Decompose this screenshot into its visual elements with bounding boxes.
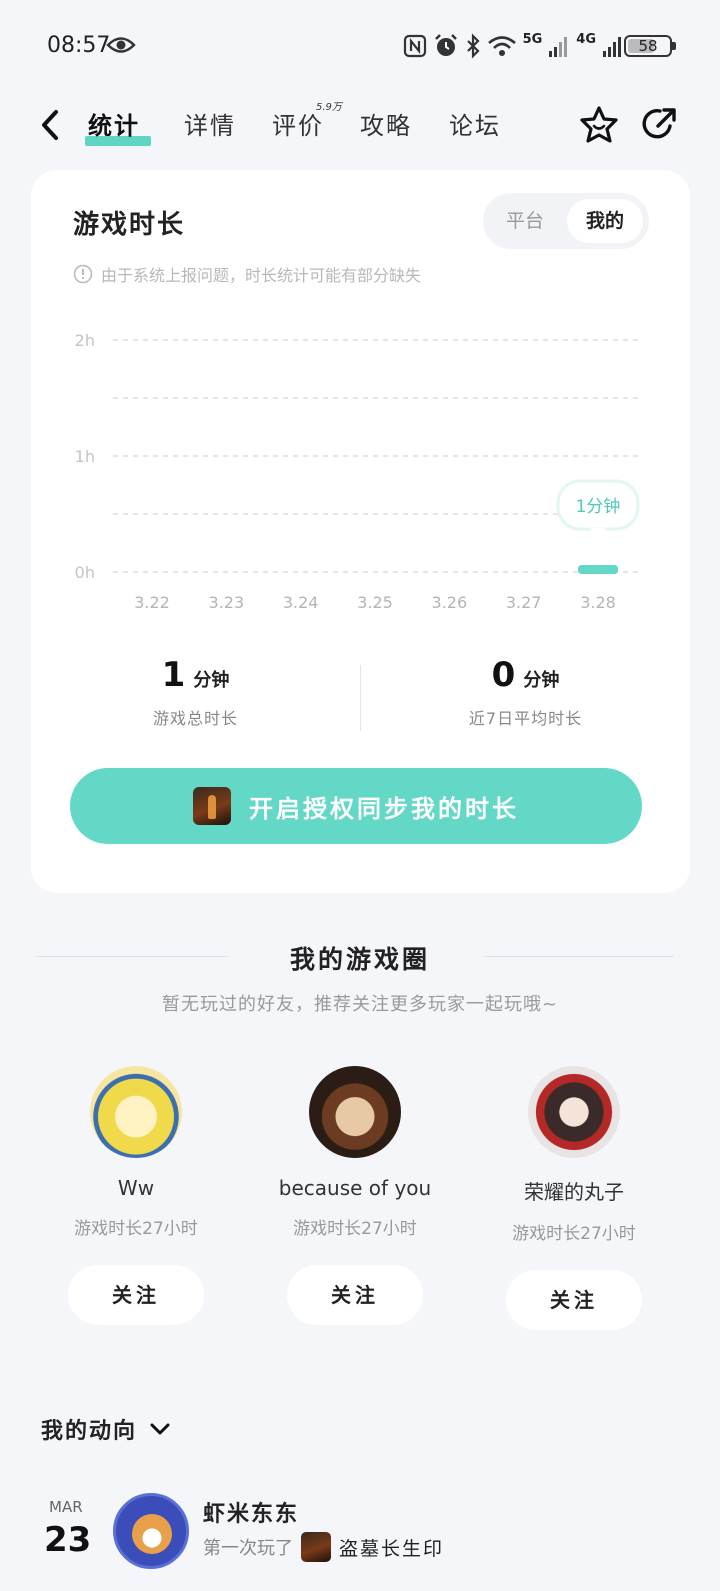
- info-icon: [73, 264, 93, 284]
- x-tick-label: 3.22: [134, 593, 170, 612]
- activity-user-name[interactable]: 虾米东东: [203, 1496, 299, 1528]
- activity-game-icon: [301, 1532, 331, 1562]
- playtime-chart: 0h 1h 2h 3.22 3.23 3.24 3.25 3.26 3.27 3.28 1分钟: [75, 331, 643, 612]
- x-tick-label: 3.25: [357, 593, 393, 612]
- activity-header[interactable]: 我的动向: [41, 1413, 171, 1445]
- back-icon[interactable]: [36, 108, 64, 142]
- toggle-mine[interactable]: 我的: [567, 199, 643, 243]
- reviews-count-badge: 5.9万: [316, 102, 342, 113]
- playtime-card: 游戏时长 平台 我的 由于系统上报问题，时长统计可能有部分缺失 0h 1h 2h 3.…: [31, 170, 690, 893]
- battery-level: 58: [638, 37, 658, 55]
- x-tick-label: 3.23: [209, 593, 245, 612]
- sync-playtime-button[interactable]: 开启授权同步我的时长: [70, 768, 642, 844]
- avatar[interactable]: [528, 1066, 620, 1158]
- top-nav: 统计 详情 评价 5.9万 攻略 论坛: [0, 92, 720, 162]
- signal-5g-icon: [549, 37, 568, 57]
- x-tick-label: 3.24: [283, 593, 319, 612]
- activity-user-avatar[interactable]: [113, 1493, 189, 1569]
- friend-card: 荣耀的丸子 游戏时长27小时 关注: [464, 1066, 684, 1330]
- share-icon[interactable]: [640, 104, 680, 144]
- status-time: 08:57: [47, 33, 111, 58]
- tooltip-tail: [590, 528, 606, 537]
- follow-button[interactable]: 关注: [506, 1270, 642, 1330]
- nfc-icon: [403, 34, 426, 58]
- tab-stats[interactable]: 统计: [88, 106, 140, 141]
- total-playtime-stat: 1 分钟 游戏总时长: [31, 655, 360, 729]
- friend-playtime: 游戏时长27小时: [512, 1224, 636, 1244]
- notice-text: 由于系统上报问题，时长统计可能有部分缺失: [101, 266, 422, 285]
- favorite-star-icon[interactable]: [578, 104, 620, 146]
- game-circle-title: 我的游戏圈: [289, 945, 430, 974]
- status-icons: 5G 4G: [403, 32, 624, 60]
- eye-icon: [106, 37, 136, 53]
- friend-playtime: 游戏时长27小时: [293, 1219, 417, 1239]
- avg-playtime-unit: 分钟: [523, 670, 560, 691]
- y-tick-label: 2h: [75, 331, 95, 350]
- wifi-icon: [487, 36, 516, 56]
- bluetooth-icon: [466, 33, 480, 59]
- chart-tooltip: 1分钟: [556, 479, 640, 537]
- chevron-down-icon: [150, 1423, 170, 1435]
- friend-playtime: 游戏时长27小时: [74, 1219, 198, 1239]
- avg-playtime-label: 近7日平均时长: [468, 709, 583, 728]
- battery-icon: 58: [624, 35, 672, 57]
- friend-name[interactable]: because of you: [245, 1176, 465, 1200]
- activity-day: 23: [44, 1520, 92, 1560]
- tooltip-text: 1分钟: [576, 497, 621, 517]
- activity-description: 第一次玩了 盗墓长生印: [203, 1532, 444, 1562]
- signal-4g-icon: [603, 37, 621, 57]
- tab-forum[interactable]: 论坛: [449, 106, 501, 141]
- x-tick-label: 3.26: [432, 593, 468, 612]
- network-4g-label: 4G: [576, 32, 596, 47]
- game-circle-subtitle: 暂无玩过的好友，推荐关注更多玩家一起玩哦~: [161, 994, 559, 1015]
- toggle-platform[interactable]: 平台: [487, 199, 563, 243]
- range-toggle: 平台 我的: [483, 193, 649, 249]
- avatar[interactable]: [90, 1066, 182, 1158]
- tab-details[interactable]: 详情: [184, 106, 236, 141]
- game-icon: [193, 787, 231, 825]
- activity-game-name[interactable]: 盗墓长生印: [339, 1534, 444, 1561]
- friend-name[interactable]: 荣耀的丸子: [464, 1176, 684, 1205]
- follow-button[interactable]: 关注: [287, 1265, 423, 1325]
- total-playtime-value: 1: [161, 655, 186, 695]
- network-5g-label: 5G: [522, 32, 543, 47]
- x-tick-label: 3.28: [580, 593, 616, 612]
- friend-card: because of you 游戏时长27小时 关注: [245, 1066, 465, 1325]
- activity-month: MAR: [49, 1498, 83, 1516]
- friend-name[interactable]: Ww: [26, 1176, 246, 1200]
- avg-playtime-stat: 0 分钟 近7日平均时长: [361, 655, 690, 729]
- activity-desc-prefix: 第一次玩了: [203, 1538, 293, 1559]
- y-tick-label: 1h: [75, 447, 95, 466]
- status-bar: 08:57 5G 4G 58: [0, 0, 720, 90]
- card-title: 游戏时长: [73, 210, 186, 240]
- chart-bar: [578, 565, 618, 574]
- activity-header-label: 我的动向: [41, 1419, 138, 1444]
- sync-button-label: 开启授权同步我的时长: [249, 794, 519, 823]
- follow-button[interactable]: 关注: [68, 1265, 204, 1325]
- total-playtime-label: 游戏总时长: [152, 709, 238, 728]
- tab-guides[interactable]: 攻略: [360, 106, 412, 141]
- total-playtime-unit: 分钟: [193, 670, 230, 691]
- alarm-icon: [434, 34, 457, 56]
- stats-notice: 由于系统上报问题，时长统计可能有部分缺失: [73, 262, 421, 286]
- y-tick-label: 0h: [75, 563, 95, 582]
- friend-card: Ww 游戏时长27小时 关注: [26, 1066, 246, 1325]
- avatar[interactable]: [309, 1066, 401, 1158]
- playtime-stats: 1 分钟 游戏总时长 0 分钟 近7日平均时长: [31, 655, 690, 755]
- avg-playtime-value: 0: [491, 655, 516, 695]
- x-tick-label: 3.27: [506, 593, 542, 612]
